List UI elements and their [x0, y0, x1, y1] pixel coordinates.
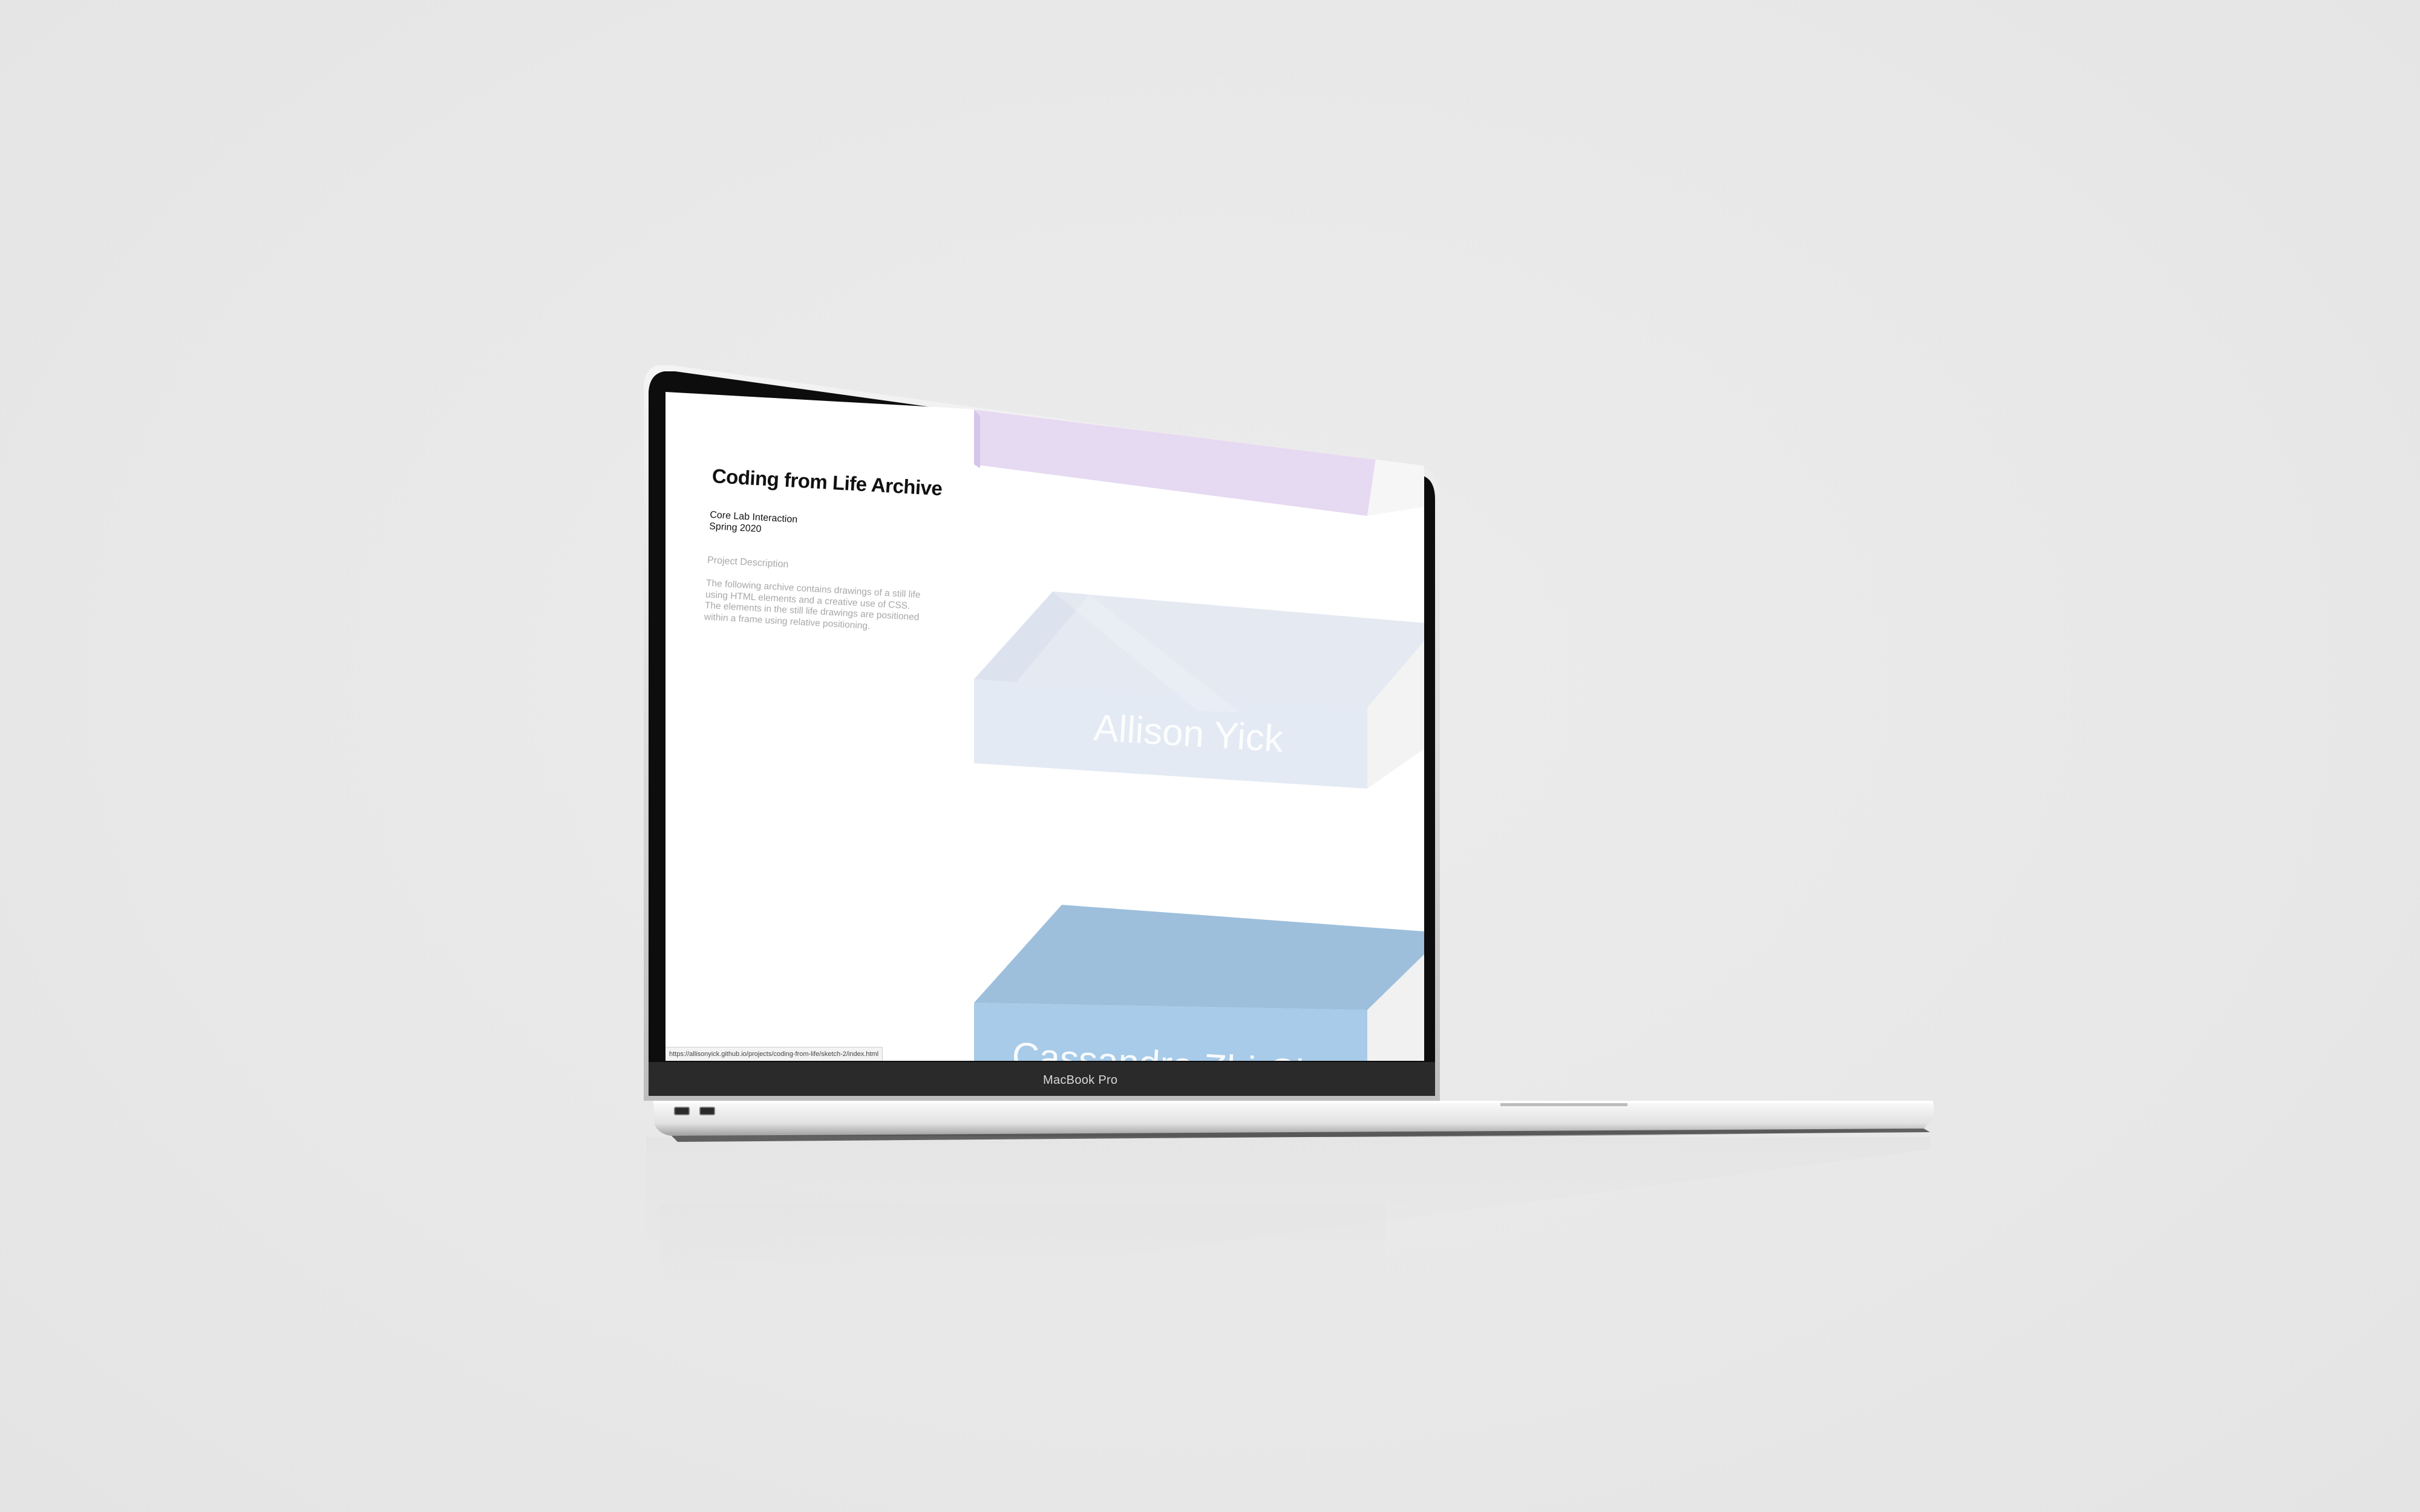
laptop-screen: Coding from Life Archive Core Lab Intera…: [666, 392, 1424, 1061]
archive-item-allison-yick[interactable]: Allison Yick: [666, 573, 1424, 815]
status-bar-url: https://allisonyick.github.io/projects/c…: [666, 1047, 883, 1061]
usb-c-port-icon: [699, 1107, 715, 1115]
usb-c-port-icon: [674, 1107, 690, 1115]
archive-item-blue[interactable]: Cassandra Zhi-Chen M...: [666, 900, 1424, 1061]
device-label: MacBook Pro: [1043, 1074, 1118, 1087]
web-page: Coding from Life Archive Core Lab Intera…: [666, 392, 1424, 1061]
mockup-stage: Coding from Life Archive Core Lab Intera…: [0, 0, 2420, 1512]
